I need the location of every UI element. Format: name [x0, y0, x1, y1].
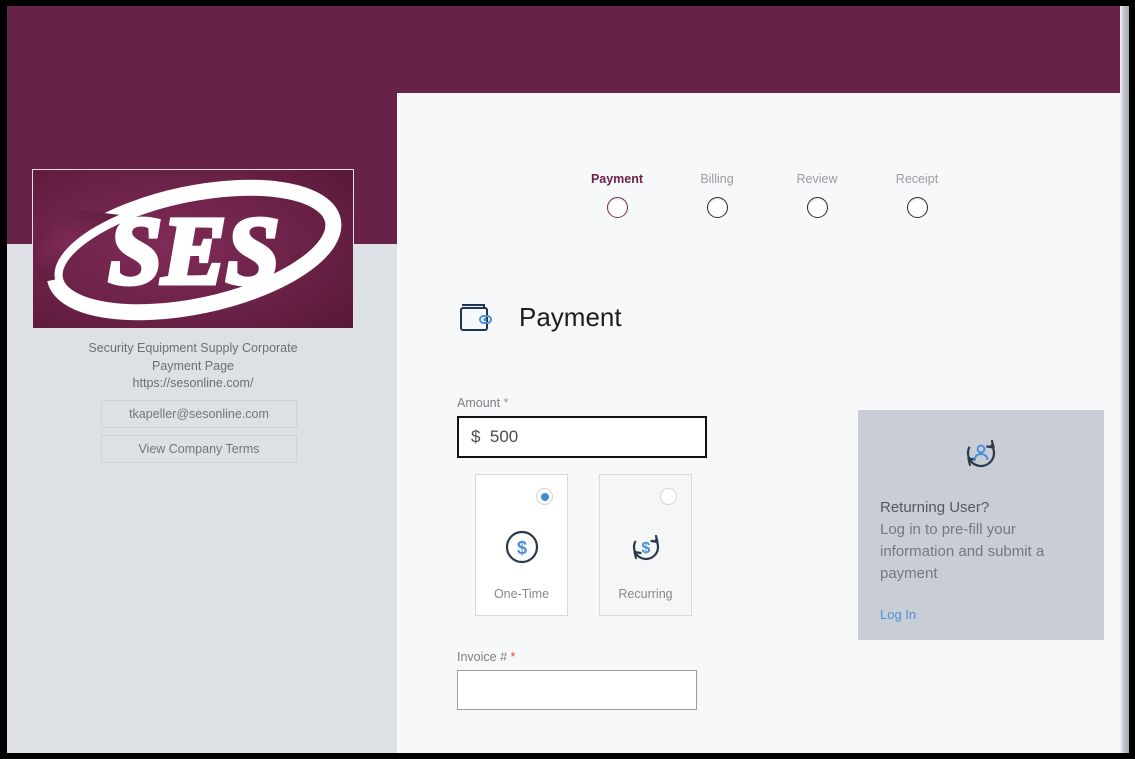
user-recurring-icon	[880, 432, 1082, 479]
browser-viewport: SES Security Equipment Supply Corporate …	[7, 6, 1129, 753]
page-title: Payment	[519, 301, 622, 332]
invoice-input[interactable]	[457, 670, 697, 710]
returning-user-body: Log in to pre-fill your information and …	[880, 521, 1045, 582]
company-description-line1: Security Equipment Supply Corporate	[88, 341, 298, 355]
amount-label-text: Amount	[457, 396, 501, 410]
svg-text:$: $	[641, 540, 650, 557]
invoice-label: Invoice # *	[457, 650, 697, 664]
screenshot-root: SES Security Equipment Supply Corporate …	[0, 0, 1135, 759]
step-billing[interactable]: Billing	[667, 171, 767, 218]
svg-text:$: $	[516, 538, 526, 558]
company-sidebar: SES Security Equipment Supply Corporate …	[32, 169, 366, 463]
step-payment-label: Payment	[590, 172, 644, 186]
amount-input[interactable]	[457, 416, 707, 458]
payment-type-recurring-label: Recurring	[618, 587, 673, 601]
company-url: https://sesonline.com/	[132, 376, 254, 390]
payment-type-selector: $ One-Time $ Recurring	[475, 474, 692, 616]
step-receipt-label: Receipt	[895, 172, 939, 186]
step-review-label: Review	[796, 172, 838, 186]
invoice-label-text: Invoice #	[457, 650, 508, 664]
dollar-circle-icon: $	[502, 527, 542, 572]
step-billing-circle[interactable]	[706, 197, 728, 218]
ses-logo-icon: SES	[33, 170, 353, 328]
payment-type-one-time-label: One-Time	[493, 587, 550, 601]
returning-user-panel: Returning User? Log in to pre-fill your …	[858, 410, 1104, 640]
invoice-required-marker: *	[510, 650, 516, 664]
payment-type-one-time-card[interactable]: $ One-Time	[475, 474, 568, 616]
step-payment-circle[interactable]	[606, 197, 628, 218]
payment-type-recurring-radio[interactable]	[660, 488, 677, 505]
checkout-stepper: Payment Billing Review Receipt	[567, 171, 1017, 218]
amount-required-marker: *	[503, 396, 509, 410]
amount-field-group: Amount *	[457, 396, 707, 458]
payment-type-one-time-radio[interactable]	[536, 488, 553, 505]
step-receipt[interactable]: Receipt	[867, 171, 967, 218]
returning-user-title: Returning User?	[880, 499, 990, 516]
payment-content-panel: Payment Billing Review Receipt Payment A…	[397, 93, 1122, 753]
step-billing-label: Billing	[700, 172, 734, 186]
payment-heading-group: Payment	[457, 298, 622, 336]
company-description-line2: Payment Page	[152, 358, 234, 373]
dollar-recurring-icon: $	[626, 527, 666, 572]
page-scrollbar[interactable]	[1120, 6, 1129, 753]
step-payment[interactable]: Payment	[567, 171, 667, 218]
step-receipt-circle[interactable]	[906, 197, 928, 218]
step-review-circle[interactable]	[806, 197, 828, 218]
view-company-terms-button[interactable]: View Company Terms	[101, 434, 297, 463]
invoice-field-group: Invoice # *	[457, 650, 697, 710]
company-description: Security Equipment Supply Corporate Paym…	[32, 329, 354, 393]
contact-email-button[interactable]: tkapeller@sesonline.com	[101, 399, 297, 428]
step-review[interactable]: Review	[767, 171, 867, 218]
amount-label: Amount *	[457, 396, 707, 410]
company-logo: SES	[32, 169, 354, 329]
log-in-link[interactable]: Log In	[880, 607, 916, 622]
wallet-icon	[460, 304, 492, 331]
svg-text:SES: SES	[109, 197, 280, 304]
payment-type-recurring-card[interactable]: $ Recurring	[599, 474, 692, 616]
